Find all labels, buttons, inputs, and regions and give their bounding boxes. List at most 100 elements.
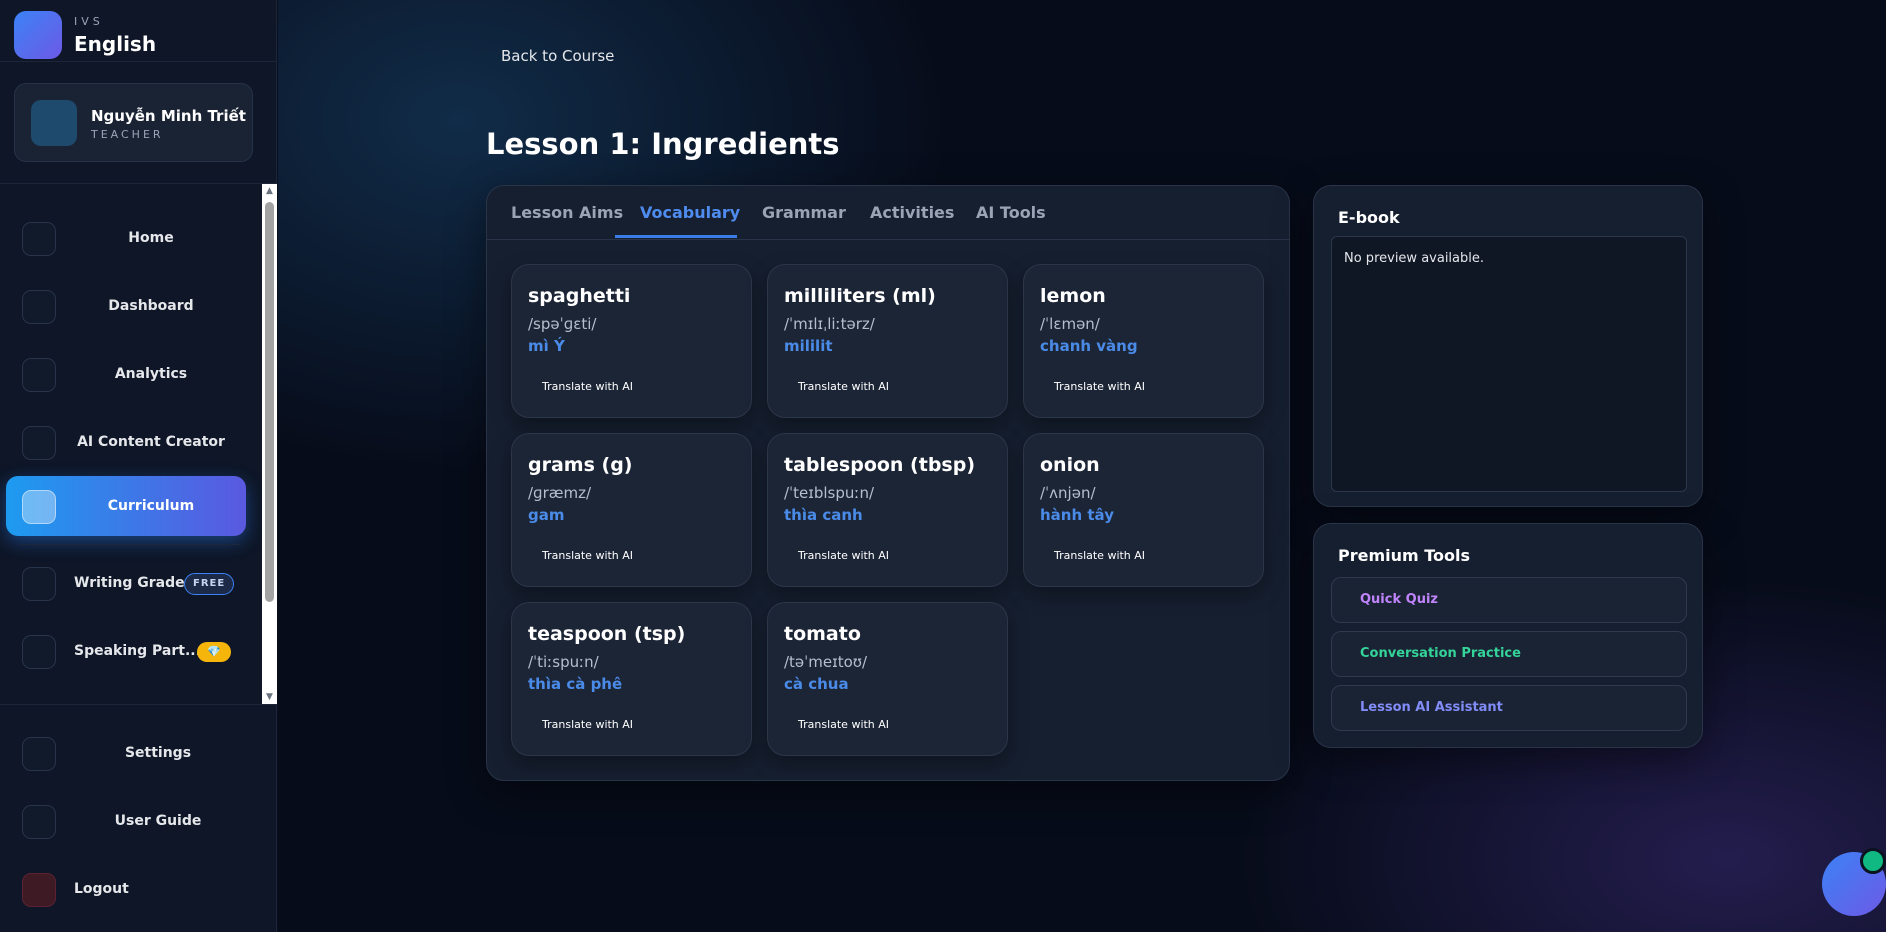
logo-icon	[14, 11, 62, 59]
tab-ai-tools[interactable]: AI Tools	[976, 186, 1046, 240]
translate-with-ai-button[interactable]: Translate with AI	[528, 376, 647, 398]
online-status-dot	[1860, 848, 1886, 874]
tool-label: Conversation Practice	[1360, 646, 1521, 661]
vocab-ipa: /təˈmeɪtoʊ/	[784, 653, 868, 671]
vocab-ipa: /ˈteɪblspuːn/	[784, 484, 875, 502]
vocab-meaning: mililit	[784, 337, 833, 355]
divider	[0, 704, 277, 705]
home-icon	[22, 222, 56, 256]
tab-bar: Lesson Aims Vocabulary Grammar Activitie…	[487, 186, 1289, 240]
book-icon	[22, 805, 56, 839]
sidebar-item-user-guide[interactable]: User Guide	[6, 791, 246, 851]
sidebar-scrollbar[interactable]: ▲ ▼	[262, 184, 277, 704]
sidebar: IVS English Nguyễn Minh Triết TEACHER Ho…	[0, 0, 277, 932]
translate-with-ai-button[interactable]: Translate with AI	[1040, 376, 1159, 398]
vocab-card: tomato /təˈmeɪtoʊ/ cà chua Translate wit…	[767, 602, 1008, 756]
writing-grader-icon	[22, 567, 56, 601]
ebook-preview[interactable]: No preview available.	[1331, 236, 1687, 492]
vocab-card: grams (g) /ɡræmz/ gam Translate with AI	[511, 433, 752, 587]
ebook-preview-text: No preview available.	[1344, 251, 1484, 266]
vocab-card: onion /ˈʌnjən/ hành tây Translate with A…	[1023, 433, 1264, 587]
brand-name: English	[74, 32, 157, 56]
sidebar-item-curriculum[interactable]: Curriculum	[6, 476, 246, 536]
user-role: TEACHER	[91, 128, 164, 141]
vocab-card: teaspoon (tsp) /ˈtiːspuːn/ thìa cà phê T…	[511, 602, 752, 756]
lesson-ai-assistant-button[interactable]: Lesson AI Assistant	[1331, 685, 1687, 731]
translate-with-ai-button[interactable]: Translate with AI	[528, 545, 647, 567]
ebook-panel: E-book No preview available.	[1313, 185, 1703, 507]
vocab-meaning: hành tây	[1040, 506, 1114, 524]
translate-with-ai-button[interactable]: Translate with AI	[784, 714, 903, 736]
vocab-ipa: /ˈtiːspuːn/	[528, 653, 599, 671]
vocab-card: milliliters (ml) /ˈmɪlɪˌliːtərz/ mililit…	[767, 264, 1008, 418]
vocab-ipa: /ˈmɪlɪˌliːtərz/	[784, 315, 875, 333]
tab-lesson-aims[interactable]: Lesson Aims	[511, 186, 623, 240]
curriculum-icon	[22, 490, 56, 524]
sidebar-item-home[interactable]: Home	[6, 208, 246, 268]
vocab-meaning: mì Ý	[528, 337, 565, 355]
premium-tools-panel: Premium Tools Quick Quiz Conversation Pr…	[1313, 523, 1703, 748]
sidebar-item-label: Analytics	[114, 366, 188, 382]
tab-vocabulary[interactable]: Vocabulary	[640, 186, 740, 240]
vocab-ipa: /ˈʌnjən/	[1040, 484, 1096, 502]
vocab-card: spaghetti /spəˈɡɛti/ mì Ý Translate with…	[511, 264, 752, 418]
sidebar-item-analytics[interactable]: Analytics	[6, 344, 246, 404]
nav-list: Home Dashboard Analytics AI Content Crea…	[0, 184, 262, 704]
vocab-ipa: /ɡræmz/	[528, 484, 592, 502]
sidebar-item-label: Writing Grader	[74, 575, 192, 591]
sidebar-item-label: AI Content Creator	[77, 434, 225, 450]
sidebar-item-label: Speaking Part...	[74, 643, 201, 659]
sidebar-item-label: Settings	[124, 745, 192, 761]
vocab-word: grams (g)	[528, 454, 633, 476]
tab-activities[interactable]: Activities	[870, 186, 954, 240]
translate-with-ai-button[interactable]: Translate with AI	[1040, 545, 1159, 567]
main-content: Back to Course Lesson 1: Ingredients Les…	[278, 0, 1886, 932]
vocab-meaning: thìa cà phê	[528, 675, 623, 693]
vocab-word: milliliters (ml)	[784, 285, 936, 307]
brand[interactable]: IVS English	[0, 0, 277, 62]
vocab-meaning: gam	[528, 506, 565, 524]
sidebar-item-speaking-part[interactable]: Speaking Part... 💎	[6, 621, 246, 681]
scroll-down-icon[interactable]: ▼	[265, 692, 274, 702]
conversation-practice-button[interactable]: Conversation Practice	[1331, 631, 1687, 677]
vocab-meaning: cà chua	[784, 675, 849, 693]
sidebar-item-settings[interactable]: Settings	[6, 723, 246, 783]
translate-with-ai-button[interactable]: Translate with AI	[784, 545, 903, 567]
lesson-panel: Lesson Aims Vocabulary Grammar Activitie…	[486, 185, 1290, 781]
vocab-ipa: /spəˈɡɛti/	[528, 315, 597, 333]
vocab-word: tablespoon (tbsp)	[784, 454, 976, 476]
page-title: Lesson 1: Ingredients	[486, 127, 840, 161]
sidebar-item-ai-content-creator[interactable]: AI Content Creator	[6, 412, 246, 472]
analytics-icon	[22, 358, 56, 392]
quick-quiz-button[interactable]: Quick Quiz	[1331, 577, 1687, 623]
speaking-icon	[22, 635, 56, 669]
sidebar-item-writing-grader[interactable]: Writing Grader FREE	[6, 553, 246, 613]
active-tab-indicator	[615, 235, 737, 238]
tab-grammar[interactable]: Grammar	[762, 186, 846, 240]
vocab-ipa: /ˈlɛmən/	[1040, 315, 1100, 333]
vocab-word: tomato	[784, 623, 861, 645]
avatar	[31, 100, 77, 146]
gem-icon: 💎	[197, 642, 231, 662]
sidebar-item-dashboard[interactable]: Dashboard	[6, 276, 246, 336]
back-to-course-link[interactable]: Back to Course	[501, 47, 614, 65]
vocab-card: tablespoon (tbsp) /ˈteɪblspuːn/ thìa can…	[767, 433, 1008, 587]
vocab-card: lemon /ˈlɛmən/ chanh vàng Translate with…	[1023, 264, 1264, 418]
sidebar-item-logout[interactable]: Logout	[6, 859, 246, 919]
sidebar-item-label: Logout	[74, 881, 129, 897]
sidebar-item-label: Dashboard	[108, 298, 194, 314]
vocab-word: teaspoon (tsp)	[528, 623, 686, 645]
scroll-up-icon[interactable]: ▲	[265, 186, 274, 196]
translate-with-ai-button[interactable]: Translate with AI	[784, 376, 903, 398]
user-profile-card[interactable]: Nguyễn Minh Triết TEACHER	[14, 83, 253, 162]
dashboard-icon	[22, 290, 56, 324]
vocab-meaning: thìa canh	[784, 506, 863, 524]
vocab-word: lemon	[1040, 285, 1106, 307]
divider	[20, 544, 240, 545]
tool-label: Quick Quiz	[1360, 592, 1438, 607]
scrollbar-thumb[interactable]	[265, 202, 274, 602]
translate-with-ai-button[interactable]: Translate with AI	[528, 714, 647, 736]
free-badge: FREE	[184, 573, 235, 595]
sidebar-item-label: Curriculum	[107, 498, 195, 514]
sidebar-item-label: User Guide	[114, 813, 202, 829]
